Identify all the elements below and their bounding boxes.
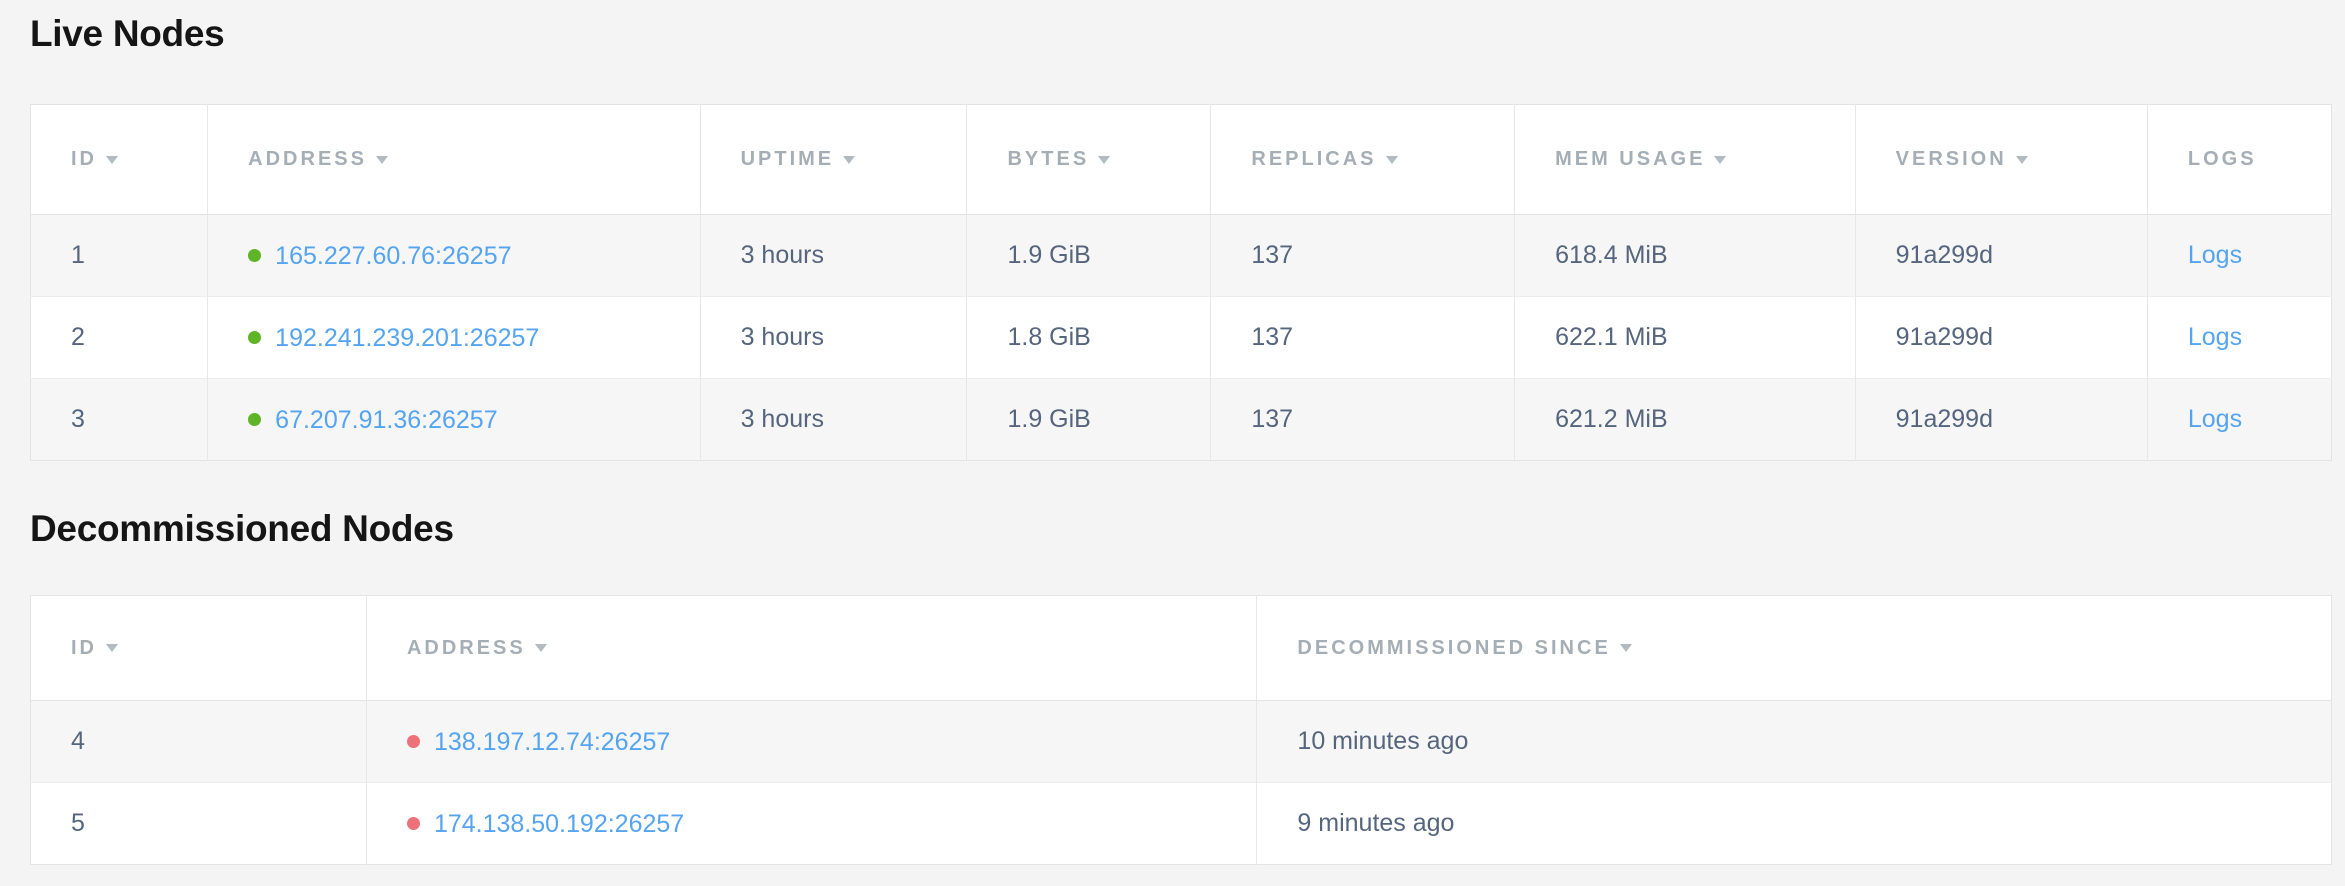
node-bytes-cell: 1.9 GiB <box>967 379 1211 461</box>
node-address-link[interactable]: 192.241.239.201:26257 <box>275 323 539 351</box>
node-address-cell: 174.138.50.192:26257 <box>366 783 1256 865</box>
node-logs-cell: Logs <box>2147 379 2331 461</box>
sort-arrow-icon <box>1714 156 1726 164</box>
sort-arrow-icon <box>106 644 118 652</box>
column-header-label: ADDRESS <box>248 148 367 170</box>
node-uptime-cell: 3 hours <box>700 379 967 461</box>
node-address-cell: 138.197.12.74:26257 <box>366 701 1256 783</box>
column-header-replicas[interactable]: REPLICAS <box>1211 105 1515 215</box>
node-address-link[interactable]: 174.138.50.192:26257 <box>434 809 684 837</box>
column-header-label: DECOMMISSIONED SINCE <box>1297 637 1610 659</box>
column-header-uptime[interactable]: UPTIME <box>700 105 967 215</box>
decommissioned-nodes-table: ID ADDRESS DECOMMISSIONED SINCE 4 138.19… <box>30 595 2332 865</box>
column-header-version[interactable]: VERSION <box>1855 105 2147 215</box>
column-header-decommissioned-since[interactable]: DECOMMISSIONED SINCE <box>1257 596 2332 701</box>
column-header-bytes[interactable]: BYTES <box>967 105 1211 215</box>
table-row: 3 67.207.91.36:26257 3 hours 1.9 GiB 137… <box>31 379 2332 461</box>
sort-arrow-icon <box>1386 156 1398 164</box>
node-logs-cell: Logs <box>2147 215 2331 297</box>
decommissioned-status-dot-icon <box>407 817 420 830</box>
node-id-cell: 4 <box>31 701 367 783</box>
column-header-id[interactable]: ID <box>31 596 367 701</box>
sort-arrow-icon <box>535 644 547 652</box>
node-uptime-cell: 3 hours <box>700 297 967 379</box>
node-address-link[interactable]: 138.197.12.74:26257 <box>434 727 670 755</box>
sort-arrow-icon <box>2016 156 2028 164</box>
node-address-cell: 192.241.239.201:26257 <box>208 297 700 379</box>
node-id-cell: 2 <box>31 297 208 379</box>
sort-arrow-icon <box>1620 644 1632 652</box>
column-header-label: UPTIME <box>741 148 835 170</box>
live-nodes-header-row: ID ADDRESS UPTIME BYTES REPLICAS MEM USA… <box>31 105 2332 215</box>
table-row: 1 165.227.60.76:26257 3 hours 1.9 GiB 13… <box>31 215 2332 297</box>
node-logs-cell: Logs <box>2147 297 2331 379</box>
column-header-label: BYTES <box>1007 148 1089 170</box>
node-version-cell: 91a299d <box>1855 215 2147 297</box>
node-mem-usage-cell: 618.4 MiB <box>1515 215 1856 297</box>
decommissioned-nodes-title: Decommissioned Nodes <box>30 507 2332 551</box>
column-header-logs: LOGS <box>2147 105 2331 215</box>
node-replicas-cell: 137 <box>1211 379 1515 461</box>
table-row: 2 192.241.239.201:26257 3 hours 1.8 GiB … <box>31 297 2332 379</box>
node-version-cell: 91a299d <box>1855 379 2147 461</box>
decommissioned-status-dot-icon <box>407 735 420 748</box>
node-bytes-cell: 1.9 GiB <box>967 215 1211 297</box>
column-header-label: ADDRESS <box>407 637 526 659</box>
decommissioned-since-cell: 9 minutes ago <box>1257 783 2332 865</box>
node-bytes-cell: 1.8 GiB <box>967 297 1211 379</box>
column-header-label: MEM USAGE <box>1555 148 1705 170</box>
live-status-dot-icon <box>248 413 261 426</box>
node-version-cell: 91a299d <box>1855 297 2147 379</box>
sort-arrow-icon <box>1098 156 1110 164</box>
node-replicas-cell: 137 <box>1211 297 1515 379</box>
node-address-cell: 67.207.91.36:26257 <box>208 379 700 461</box>
node-id-cell: 3 <box>31 379 208 461</box>
decommissioned-since-cell: 10 minutes ago <box>1257 701 2332 783</box>
node-uptime-cell: 3 hours <box>700 215 967 297</box>
column-header-id[interactable]: ID <box>31 105 208 215</box>
node-replicas-cell: 137 <box>1211 215 1515 297</box>
column-header-label: ID <box>71 637 97 659</box>
column-header-label: LOGS <box>2188 148 2257 170</box>
table-row: 5 174.138.50.192:26257 9 minutes ago <box>31 783 2332 865</box>
sort-arrow-icon <box>843 156 855 164</box>
sort-arrow-icon <box>106 156 118 164</box>
column-header-label: ID <box>71 148 97 170</box>
live-status-dot-icon <box>248 249 261 262</box>
node-mem-usage-cell: 621.2 MiB <box>1515 379 1856 461</box>
nodes-page: Live Nodes ID ADDRESS UPTIME BYTES REPLI… <box>0 0 2345 865</box>
node-id-cell: 1 <box>31 215 208 297</box>
column-header-address[interactable]: ADDRESS <box>208 105 700 215</box>
node-address-link[interactable]: 165.227.60.76:26257 <box>275 241 511 269</box>
logs-link[interactable]: Logs <box>2188 323 2242 351</box>
logs-link[interactable]: Logs <box>2188 405 2242 433</box>
node-mem-usage-cell: 622.1 MiB <box>1515 297 1856 379</box>
column-header-address[interactable]: ADDRESS <box>366 596 1256 701</box>
live-nodes-table: ID ADDRESS UPTIME BYTES REPLICAS MEM USA… <box>30 104 2332 461</box>
node-address-link[interactable]: 67.207.91.36:26257 <box>275 405 497 433</box>
decommissioned-header-row: ID ADDRESS DECOMMISSIONED SINCE <box>31 596 2332 701</box>
column-header-label: VERSION <box>1896 148 2007 170</box>
node-id-cell: 5 <box>31 783 367 865</box>
live-nodes-title: Live Nodes <box>30 12 2332 56</box>
table-row: 4 138.197.12.74:26257 10 minutes ago <box>31 701 2332 783</box>
live-status-dot-icon <box>248 331 261 344</box>
column-header-label: REPLICAS <box>1251 148 1376 170</box>
column-header-mem-usage[interactable]: MEM USAGE <box>1515 105 1856 215</box>
sort-arrow-icon <box>376 156 388 164</box>
logs-link[interactable]: Logs <box>2188 241 2242 269</box>
node-address-cell: 165.227.60.76:26257 <box>208 215 700 297</box>
